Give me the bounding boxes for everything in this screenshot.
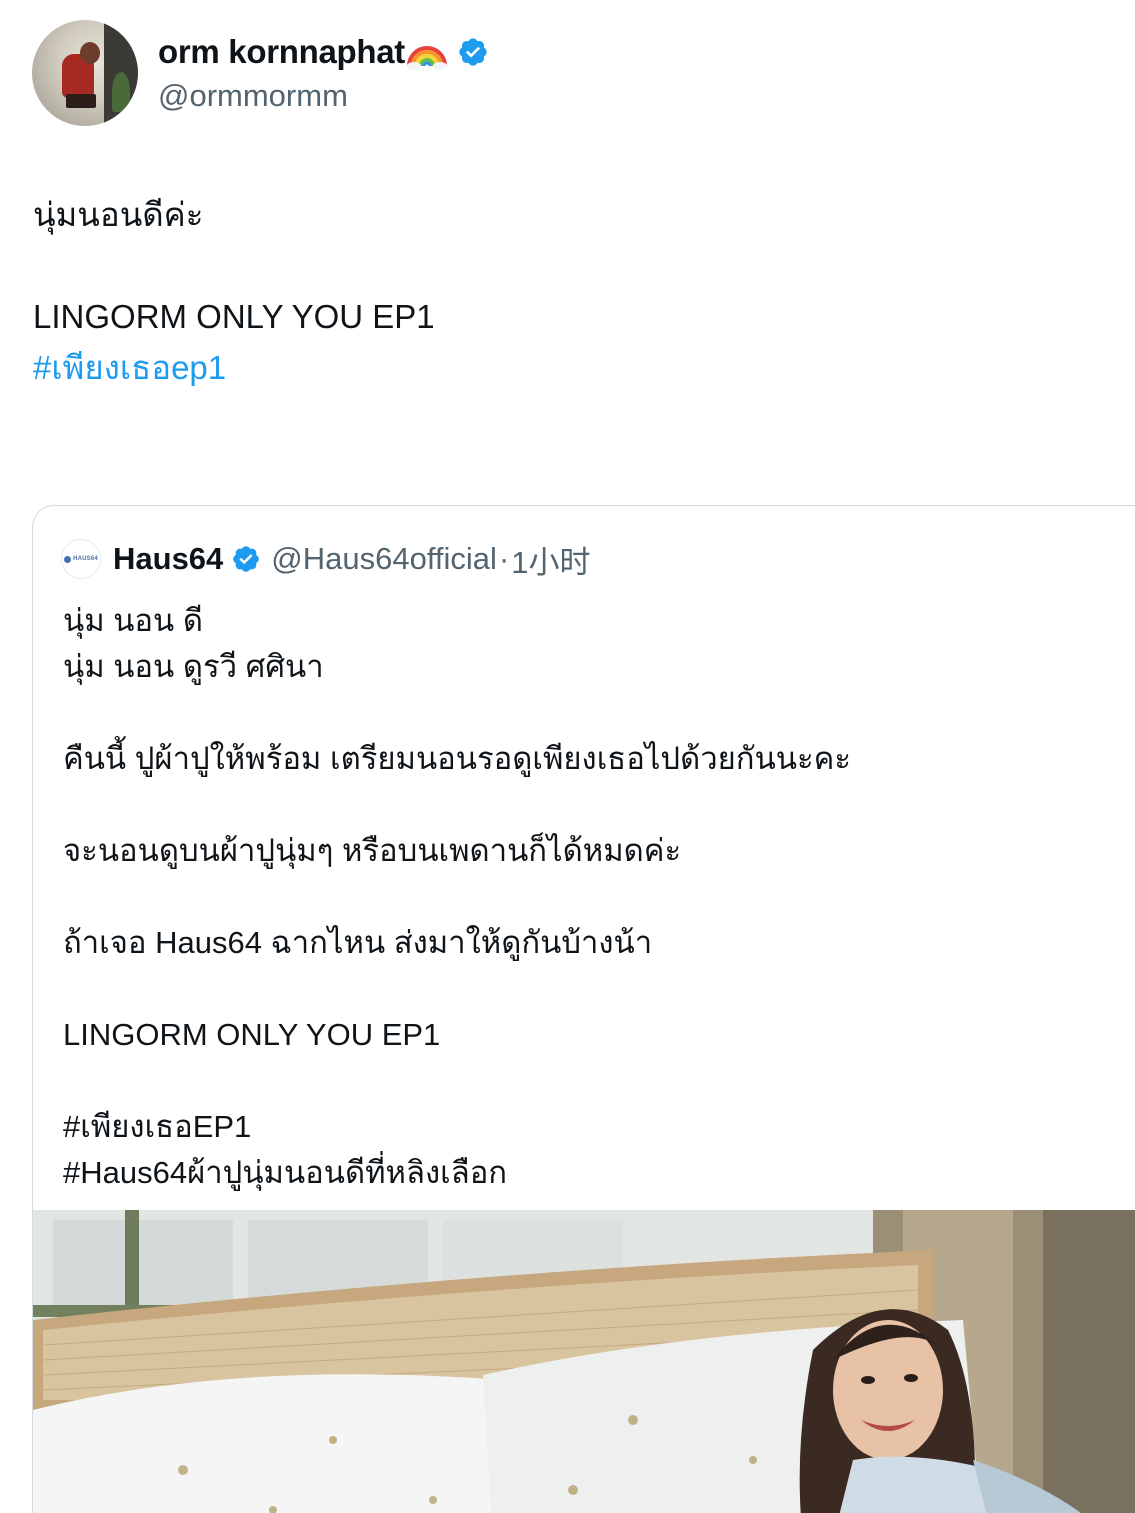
photo-bedroom-scene (33, 1210, 1135, 1513)
author-name-row[interactable]: orm kornnaphat (158, 30, 489, 74)
tweet-text: นุ่มนอนดีค่ะ LINGORM ONLY YOU EP1 #เพียง… (33, 190, 435, 394)
tweet-line: นุ่มนอนดีค่ะ (33, 196, 204, 233)
author-avatar[interactable] (32, 20, 138, 126)
rainbow-emoji-icon (407, 46, 447, 70)
quoted-author-avatar[interactable]: HAUS64 (61, 539, 101, 579)
quoted-tweet-photo[interactable] (33, 1210, 1135, 1513)
author-display-name[interactable]: orm kornnaphat (158, 33, 405, 71)
quoted-line: นุ่ม นอน ดูรวี ศศินา (63, 649, 324, 684)
author-handle[interactable]: @ormmormm (158, 78, 348, 114)
quoted-tweet-text: นุ่ม นอน ดี นุ่ม นอน ดูรวี ศศินา คืนนี้ … (63, 598, 851, 1196)
quoted-author-name[interactable]: Haus64 (113, 541, 223, 577)
quoted-line: LINGORM ONLY YOU EP1 (63, 1017, 441, 1052)
quoted-line: คืนนี้ ปูผ้าปูให้พร้อม เตรียมนอนรอดูเพีย… (63, 741, 851, 776)
meta-separator: · (498, 541, 510, 576)
quoted-hashtag[interactable]: #เพียงเธอEP1 (63, 1104, 851, 1150)
verified-badge-icon (459, 38, 487, 66)
quoted-hashtag[interactable]: #Haus64ผ้าปูนุ่มนอนดีที่หลิงเลือก (63, 1150, 851, 1196)
tweet-author[interactable]: orm kornnaphat @ormmormm (32, 18, 1032, 126)
tweet-line: LINGORM ONLY YOU EP1 (33, 298, 435, 335)
quoted-author-handle[interactable]: @Haus64official (271, 541, 497, 577)
quoted-line: จะนอนดูบนผ้าปูนุ่มๆ หรือบนเพดานก็ได้หมดค… (63, 833, 682, 868)
quoted-timestamp[interactable]: 1小时 (511, 537, 590, 582)
quoted-line: ถ้าเจอ Haus64 ฉากไหน ส่งมาให้ดูกันบ้างน้… (63, 925, 653, 960)
hashtag-link[interactable]: #เพียงเธอep1 (33, 343, 435, 394)
quoted-tweet-header: HAUS64 Haus64 @Haus64official · 1小时 (61, 538, 591, 580)
quoted-line: นุ่ม นอน ดี (63, 603, 203, 638)
quoted-avatar-logo-text: HAUS64 (73, 556, 98, 562)
verified-badge-icon (233, 546, 260, 572)
quoted-tweet-card[interactable]: HAUS64 Haus64 @Haus64official · 1小时 นุ่ม… (32, 505, 1135, 1513)
